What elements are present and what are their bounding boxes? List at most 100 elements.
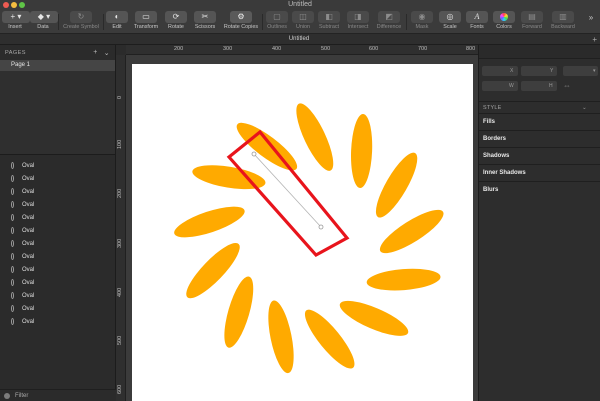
- transform-tool[interactable]: ▭ Transform: [130, 11, 162, 33]
- difference-tool[interactable]: ◩ Difference: [373, 11, 405, 33]
- oval-petal[interactable]: [289, 99, 340, 175]
- ruler-tick-label: 0: [117, 95, 123, 99]
- ruler-tick-label: 200: [174, 46, 184, 52]
- forward-icon: ▤: [521, 11, 543, 23]
- document-tab[interactable]: Untitled: [120, 34, 478, 45]
- layers-panel: PAGES + ⌄ Page 1 Oval Oval Oval Oval Ova…: [0, 45, 116, 401]
- oval-petal[interactable]: [263, 298, 298, 375]
- oval-layer-icon: [11, 266, 14, 273]
- fills-section[interactable]: Fills: [479, 113, 600, 130]
- layer-row[interactable]: Oval: [0, 276, 115, 289]
- horizontal-ruler[interactable]: 200 300 400 500 600 700 800: [116, 45, 478, 55]
- edit-tool[interactable]: ◐ Edit: [104, 11, 130, 33]
- toolbar-overflow-button[interactable]: »: [584, 11, 598, 33]
- lock-ratio-icon[interactable]: ⇔: [563, 81, 571, 90]
- layer-row[interactable]: Oval: [0, 263, 115, 276]
- layer-row[interactable]: Oval: [0, 289, 115, 302]
- borders-section[interactable]: Borders: [479, 130, 600, 147]
- insert-tool[interactable]: + ▾ Insert: [2, 11, 30, 33]
- rotation-handle-end[interactable]: [318, 224, 324, 230]
- add-page-plus-icon[interactable]: +: [93, 49, 98, 57]
- oval-layer-icon: [11, 292, 14, 299]
- layer-row[interactable]: Oval: [0, 250, 115, 263]
- layer-filter[interactable]: Filter: [0, 389, 116, 401]
- oval-layer-icon: [11, 162, 14, 169]
- ruler-tick-label: 600: [117, 384, 123, 394]
- insert-label: Insert: [8, 24, 22, 30]
- backward-tool[interactable]: ▥ Backward: [547, 11, 579, 33]
- mask-tool[interactable]: ◉ Mask: [408, 11, 436, 33]
- mask-label: Mask: [415, 24, 429, 30]
- subtract-tool[interactable]: ◧ Subtract: [315, 11, 343, 33]
- height-field-label: H: [549, 83, 553, 89]
- scale-tool[interactable]: ◎ Scale: [437, 11, 463, 33]
- difference-icon: ◩: [378, 11, 400, 23]
- title-bar: Untitled: [0, 0, 600, 10]
- scissors-tool[interactable]: ✂ Scissors: [190, 11, 220, 33]
- new-tab-plus-icon[interactable]: +: [592, 34, 597, 45]
- oval-petal[interactable]: [366, 266, 441, 293]
- layer-row[interactable]: Oval: [0, 185, 115, 198]
- rotation-handle-start[interactable]: [251, 151, 257, 157]
- oval-petal[interactable]: [171, 200, 248, 243]
- oval-petal[interactable]: [336, 294, 412, 342]
- color-wheel-icon: [493, 11, 515, 23]
- rotate-tool[interactable]: ⟳ Rotate: [163, 11, 189, 33]
- intersect-tool[interactable]: ◨ Intersect: [344, 11, 372, 33]
- layer-row[interactable]: Oval: [0, 237, 115, 250]
- layer-row[interactable]: Oval: [0, 302, 115, 315]
- ruler-tick-label: 500: [321, 46, 331, 52]
- rotate-icon: ⟳: [165, 11, 187, 23]
- font-a-icon: A: [466, 11, 488, 23]
- layer-row[interactable]: Oval: [0, 315, 115, 328]
- layer-row[interactable]: Oval: [0, 159, 115, 172]
- oval-petal[interactable]: [350, 114, 374, 189]
- layer-row[interactable]: Oval: [0, 224, 115, 237]
- oval-petal[interactable]: [218, 274, 259, 351]
- x-field-label: X: [510, 68, 514, 74]
- edit-label: Edit: [112, 24, 122, 30]
- alignment-bar: [479, 45, 600, 59]
- ruler-tick-label: 200: [117, 188, 123, 198]
- oval-layer-icon: [11, 227, 14, 234]
- ruler-tick-label: 600: [369, 46, 379, 52]
- inner-shadows-section[interactable]: Inner Shadows: [479, 164, 600, 181]
- width-field-label: W: [509, 83, 514, 89]
- page-item[interactable]: Page 1: [0, 60, 115, 71]
- colors-tool[interactable]: Colors: [491, 11, 517, 33]
- ruler-tick-label: 400: [272, 46, 282, 52]
- artboard[interactable]: [132, 64, 473, 401]
- ruler-tick-label: 800: [466, 46, 476, 52]
- rotate-label: Rotate: [168, 24, 184, 30]
- vertical-ruler[interactable]: 0 100 200 300 400 500 600: [116, 55, 126, 401]
- transform-label: Transform: [133, 24, 159, 30]
- ruler-tick-label: 400: [117, 287, 123, 297]
- collapse-chevron-icon[interactable]: ⌄: [104, 49, 110, 57]
- scale-label: Scale: [443, 24, 457, 30]
- plus-icon: + ▾: [2, 11, 30, 23]
- fonts-tool[interactable]: A Fonts: [464, 11, 490, 33]
- union-icon: ◫: [292, 11, 314, 23]
- shadows-section[interactable]: Shadows: [479, 147, 600, 164]
- pages-header: PAGES + ⌄: [0, 45, 115, 60]
- canvas[interactable]: 200 300 400 500 600 700 800 0 100 200 30…: [116, 45, 478, 401]
- layer-row[interactable]: Oval: [0, 198, 115, 211]
- y-field-label: Y: [550, 68, 554, 74]
- rotate-copies-label: Rotate Copies: [223, 24, 259, 30]
- inspector-panel: X Y ▾ W H ⇔ STYLE ⌄ Fills Borders Shadow…: [478, 45, 600, 401]
- layer-row[interactable]: Oval: [0, 172, 115, 185]
- backward-label: Backward: [551, 24, 575, 30]
- create-symbol-tool[interactable]: ↻ Create Symbol: [60, 11, 102, 33]
- artwork: [171, 99, 444, 375]
- layer-row[interactable]: Oval: [0, 211, 115, 224]
- gear-icon: ⚙: [230, 11, 252, 23]
- outlines-tool[interactable]: ▢ Outlines: [263, 11, 291, 33]
- blurs-section[interactable]: Blurs: [479, 181, 600, 198]
- rotate-copies-tool[interactable]: ⚙ Rotate Copies: [221, 11, 261, 33]
- oval-layer-icon: [11, 305, 14, 312]
- oval-petal[interactable]: [369, 148, 424, 223]
- scissors-icon: ✂: [194, 11, 216, 23]
- forward-tool[interactable]: ▤ Forward: [518, 11, 546, 33]
- data-tool[interactable]: ◆ ▾ Data: [30, 11, 58, 33]
- union-tool[interactable]: ◫ Union: [292, 11, 314, 33]
